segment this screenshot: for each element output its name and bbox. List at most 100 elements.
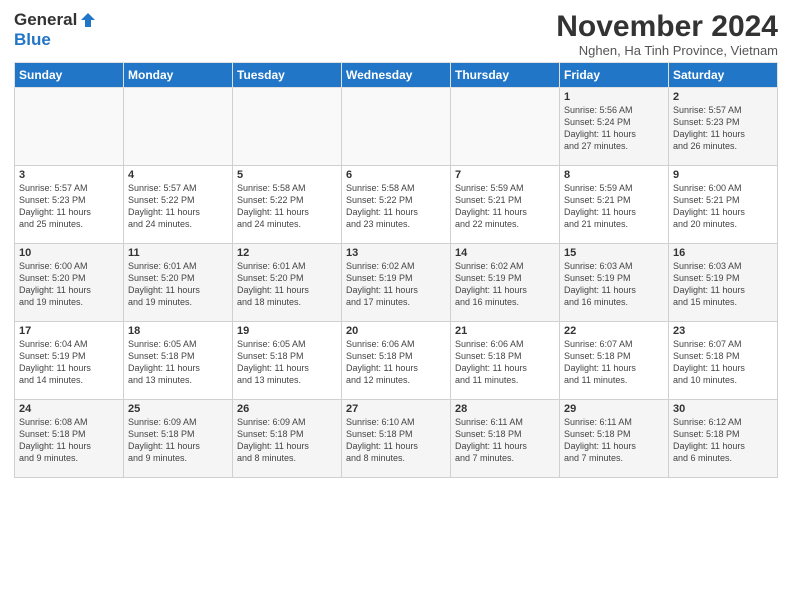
day-cell: 29Sunrise: 6:11 AM Sunset: 5:18 PM Dayli… (560, 400, 669, 478)
day-cell: 24Sunrise: 6:08 AM Sunset: 5:18 PM Dayli… (15, 400, 124, 478)
day-cell: 21Sunrise: 6:06 AM Sunset: 5:18 PM Dayli… (451, 322, 560, 400)
day-info: Sunrise: 6:01 AM Sunset: 5:20 PM Dayligh… (237, 260, 337, 309)
day-number: 25 (128, 403, 228, 415)
day-info: Sunrise: 6:05 AM Sunset: 5:18 PM Dayligh… (237, 338, 337, 387)
day-cell: 25Sunrise: 6:09 AM Sunset: 5:18 PM Dayli… (124, 400, 233, 478)
logo-general: General (14, 10, 77, 30)
day-cell: 17Sunrise: 6:04 AM Sunset: 5:19 PM Dayli… (15, 322, 124, 400)
day-info: Sunrise: 6:09 AM Sunset: 5:18 PM Dayligh… (237, 416, 337, 465)
day-cell: 10Sunrise: 6:00 AM Sunset: 5:20 PM Dayli… (15, 244, 124, 322)
day-number: 20 (346, 325, 446, 337)
header: General Blue November 2024 Nghen, Ha Tin… (14, 10, 778, 58)
day-cell: 26Sunrise: 6:09 AM Sunset: 5:18 PM Dayli… (233, 400, 342, 478)
day-info: Sunrise: 5:58 AM Sunset: 5:22 PM Dayligh… (237, 182, 337, 231)
day-cell: 30Sunrise: 6:12 AM Sunset: 5:18 PM Dayli… (669, 400, 778, 478)
day-number: 13 (346, 247, 446, 259)
day-cell: 23Sunrise: 6:07 AM Sunset: 5:18 PM Dayli… (669, 322, 778, 400)
day-number: 15 (564, 247, 664, 259)
day-cell (342, 88, 451, 166)
logo-blue: Blue (14, 30, 51, 50)
day-number: 22 (564, 325, 664, 337)
day-number: 3 (19, 169, 119, 181)
col-header-wednesday: Wednesday (342, 63, 451, 88)
day-number: 12 (237, 247, 337, 259)
title-area: November 2024 Nghen, Ha Tinh Province, V… (556, 10, 778, 58)
day-info: Sunrise: 6:03 AM Sunset: 5:19 PM Dayligh… (564, 260, 664, 309)
col-header-friday: Friday (560, 63, 669, 88)
day-cell (15, 88, 124, 166)
day-number: 30 (673, 403, 773, 415)
day-info: Sunrise: 6:06 AM Sunset: 5:18 PM Dayligh… (346, 338, 446, 387)
day-cell: 12Sunrise: 6:01 AM Sunset: 5:20 PM Dayli… (233, 244, 342, 322)
day-info: Sunrise: 5:56 AM Sunset: 5:24 PM Dayligh… (564, 104, 664, 153)
day-cell (451, 88, 560, 166)
week-row-1: 3Sunrise: 5:57 AM Sunset: 5:23 PM Daylig… (15, 166, 778, 244)
day-info: Sunrise: 5:57 AM Sunset: 5:23 PM Dayligh… (19, 182, 119, 231)
week-row-4: 24Sunrise: 6:08 AM Sunset: 5:18 PM Dayli… (15, 400, 778, 478)
day-info: Sunrise: 5:57 AM Sunset: 5:22 PM Dayligh… (128, 182, 228, 231)
col-header-tuesday: Tuesday (233, 63, 342, 88)
day-number: 26 (237, 403, 337, 415)
day-number: 29 (564, 403, 664, 415)
day-info: Sunrise: 6:07 AM Sunset: 5:18 PM Dayligh… (564, 338, 664, 387)
day-cell (233, 88, 342, 166)
day-info: Sunrise: 5:57 AM Sunset: 5:23 PM Dayligh… (673, 104, 773, 153)
day-info: Sunrise: 6:05 AM Sunset: 5:18 PM Dayligh… (128, 338, 228, 387)
day-cell: 28Sunrise: 6:11 AM Sunset: 5:18 PM Dayli… (451, 400, 560, 478)
day-number: 19 (237, 325, 337, 337)
week-row-3: 17Sunrise: 6:04 AM Sunset: 5:19 PM Dayli… (15, 322, 778, 400)
day-number: 17 (19, 325, 119, 337)
day-number: 10 (19, 247, 119, 259)
day-cell: 2Sunrise: 5:57 AM Sunset: 5:23 PM Daylig… (669, 88, 778, 166)
day-number: 28 (455, 403, 555, 415)
col-header-saturday: Saturday (669, 63, 778, 88)
day-info: Sunrise: 6:03 AM Sunset: 5:19 PM Dayligh… (673, 260, 773, 309)
day-cell: 1Sunrise: 5:56 AM Sunset: 5:24 PM Daylig… (560, 88, 669, 166)
logo: General Blue (14, 10, 97, 50)
day-number: 23 (673, 325, 773, 337)
day-info: Sunrise: 6:08 AM Sunset: 5:18 PM Dayligh… (19, 416, 119, 465)
page: General Blue November 2024 Nghen, Ha Tin… (0, 0, 792, 612)
day-cell: 27Sunrise: 6:10 AM Sunset: 5:18 PM Dayli… (342, 400, 451, 478)
day-info: Sunrise: 6:11 AM Sunset: 5:18 PM Dayligh… (455, 416, 555, 465)
day-info: Sunrise: 6:07 AM Sunset: 5:18 PM Dayligh… (673, 338, 773, 387)
day-cell: 18Sunrise: 6:05 AM Sunset: 5:18 PM Dayli… (124, 322, 233, 400)
day-number: 16 (673, 247, 773, 259)
logo-icon (79, 11, 97, 29)
day-cell: 15Sunrise: 6:03 AM Sunset: 5:19 PM Dayli… (560, 244, 669, 322)
day-cell: 11Sunrise: 6:01 AM Sunset: 5:20 PM Dayli… (124, 244, 233, 322)
day-number: 11 (128, 247, 228, 259)
month-title: November 2024 (556, 10, 778, 43)
day-number: 18 (128, 325, 228, 337)
day-info: Sunrise: 6:00 AM Sunset: 5:21 PM Dayligh… (673, 182, 773, 231)
day-cell: 16Sunrise: 6:03 AM Sunset: 5:19 PM Dayli… (669, 244, 778, 322)
day-number: 9 (673, 169, 773, 181)
day-info: Sunrise: 5:59 AM Sunset: 5:21 PM Dayligh… (564, 182, 664, 231)
location: Nghen, Ha Tinh Province, Vietnam (556, 43, 778, 58)
day-info: Sunrise: 6:12 AM Sunset: 5:18 PM Dayligh… (673, 416, 773, 465)
day-cell: 9Sunrise: 6:00 AM Sunset: 5:21 PM Daylig… (669, 166, 778, 244)
day-number: 5 (237, 169, 337, 181)
day-info: Sunrise: 5:58 AM Sunset: 5:22 PM Dayligh… (346, 182, 446, 231)
day-cell: 20Sunrise: 6:06 AM Sunset: 5:18 PM Dayli… (342, 322, 451, 400)
day-number: 4 (128, 169, 228, 181)
day-cell: 14Sunrise: 6:02 AM Sunset: 5:19 PM Dayli… (451, 244, 560, 322)
day-cell: 8Sunrise: 5:59 AM Sunset: 5:21 PM Daylig… (560, 166, 669, 244)
day-number: 24 (19, 403, 119, 415)
day-number: 2 (673, 91, 773, 103)
day-info: Sunrise: 5:59 AM Sunset: 5:21 PM Dayligh… (455, 182, 555, 231)
day-cell: 3Sunrise: 5:57 AM Sunset: 5:23 PM Daylig… (15, 166, 124, 244)
day-number: 6 (346, 169, 446, 181)
week-row-0: 1Sunrise: 5:56 AM Sunset: 5:24 PM Daylig… (15, 88, 778, 166)
col-header-thursday: Thursday (451, 63, 560, 88)
day-cell: 13Sunrise: 6:02 AM Sunset: 5:19 PM Dayli… (342, 244, 451, 322)
day-info: Sunrise: 6:10 AM Sunset: 5:18 PM Dayligh… (346, 416, 446, 465)
day-number: 27 (346, 403, 446, 415)
calendar-table: SundayMondayTuesdayWednesdayThursdayFrid… (14, 62, 778, 478)
day-info: Sunrise: 6:06 AM Sunset: 5:18 PM Dayligh… (455, 338, 555, 387)
week-row-2: 10Sunrise: 6:00 AM Sunset: 5:20 PM Dayli… (15, 244, 778, 322)
day-info: Sunrise: 6:01 AM Sunset: 5:20 PM Dayligh… (128, 260, 228, 309)
col-header-monday: Monday (124, 63, 233, 88)
day-number: 7 (455, 169, 555, 181)
day-info: Sunrise: 6:11 AM Sunset: 5:18 PM Dayligh… (564, 416, 664, 465)
